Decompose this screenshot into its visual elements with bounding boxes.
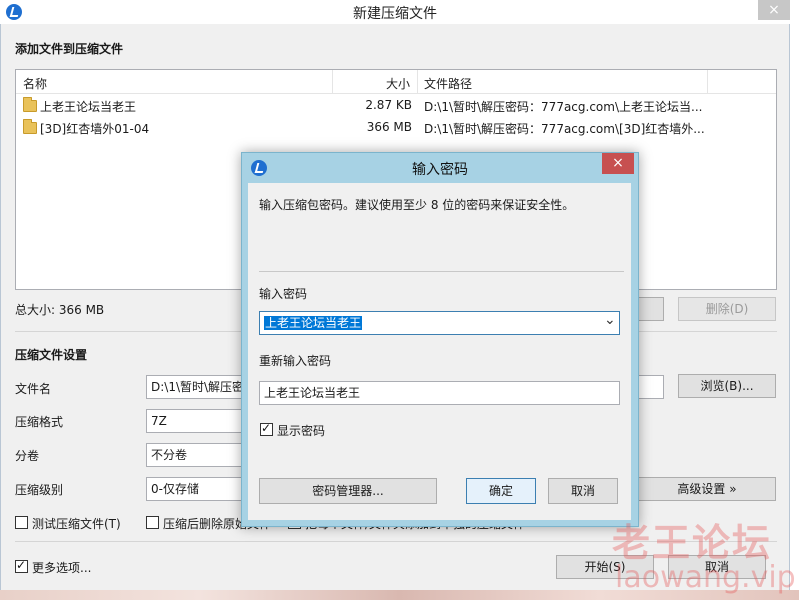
main-close-button[interactable]: × (758, 0, 790, 20)
column-header-size[interactable]: 大小 (386, 75, 410, 92)
password-selected-text: 上老王论坛当老王 (264, 316, 363, 330)
browse-button[interactable]: 浏览(B)... (678, 374, 776, 398)
format-select[interactable]: 7Z (146, 409, 246, 433)
volume-label: 分卷 (15, 449, 40, 463)
advanced-settings-button[interactable]: 高级设置 » (638, 477, 776, 501)
column-header-name[interactable]: 名称 (23, 75, 47, 92)
file-name: 上老王论坛当老王 (40, 100, 137, 114)
reenter-label: 重新输入密码 (259, 354, 332, 368)
chevron-down-icon[interactable]: ⌄ (604, 312, 616, 328)
level-label: 压缩级别 (15, 483, 64, 497)
column-separator[interactable] (332, 70, 333, 94)
add-files-heading: 添加文件到压缩文件 (15, 42, 124, 56)
password-input[interactable]: 上老王论坛当老王 (259, 311, 620, 335)
column-header-path[interactable]: 文件路径 (424, 75, 472, 92)
dialog-close-button[interactable]: × (602, 153, 634, 174)
settings-heading: 压缩文件设置 (15, 348, 88, 362)
show-password-checkbox[interactable] (260, 421, 273, 436)
file-row[interactable]: [3D]红杏墙外01-04 366 MB D:\1\暂时\解压密码：777acg… (16, 117, 776, 139)
watermark-logo-text: 老王论坛 (612, 521, 773, 565)
reenter-password-input[interactable]: 上老王论坛当老王 (259, 381, 620, 405)
folder-icon (23, 119, 37, 134)
column-separator[interactable] (707, 70, 708, 94)
password-manager-button[interactable]: 密码管理器... (259, 478, 437, 504)
file-size: 2.87 KB (365, 98, 412, 112)
delete-button[interactable]: 删除(D) (678, 297, 776, 321)
total-size-label: 总大小: 366 MB (15, 303, 105, 317)
more-options-label: 更多选项... (32, 561, 92, 575)
dialog-divider (259, 271, 624, 272)
password-label: 输入密码 (259, 287, 308, 301)
column-separator[interactable] (417, 70, 418, 94)
test-archive-checkbox[interactable] (15, 516, 28, 529)
list-header: 名称 大小 文件路径 (16, 70, 776, 94)
file-path: D:\1\暂时\解压密码：777acg.com\上老王论坛当... (424, 100, 703, 114)
file-size: 366 MB (366, 120, 412, 134)
file-name: [3D]红杏墙外01-04 (40, 122, 150, 136)
format-label: 压缩格式 (15, 415, 64, 429)
dialog-title: 输入密码 (412, 162, 468, 178)
filename-label: 文件名 (15, 382, 52, 396)
ok-button[interactable]: 确定 (466, 478, 536, 504)
volume-select[interactable]: 不分卷 (146, 443, 246, 467)
folder-icon (23, 97, 37, 112)
file-row[interactable]: 上老王论坛当老王 2.87 KB D:\1\暂时\解压密码：777acg.com… (16, 95, 776, 117)
level-select[interactable]: 0-仅存储 (146, 477, 246, 501)
dialog-cancel-button[interactable]: 取消 (548, 478, 618, 504)
main-window-title: 新建压缩文件 (353, 6, 437, 22)
test-archive-label: 测试压缩文件(T) (32, 517, 121, 531)
delete-after-checkbox[interactable] (146, 516, 159, 529)
show-password-label: 显示密码 (277, 424, 326, 438)
file-path: D:\1\暂时\解压密码：777acg.com\[3D]红杏墙外... (424, 122, 705, 136)
more-options-checkbox[interactable] (15, 558, 28, 573)
dialog-hint: 输入压缩包密码。建议使用至少 8 位的密码来保证安全性。 (259, 198, 575, 212)
watermark-url: laowang.vip (615, 560, 796, 595)
